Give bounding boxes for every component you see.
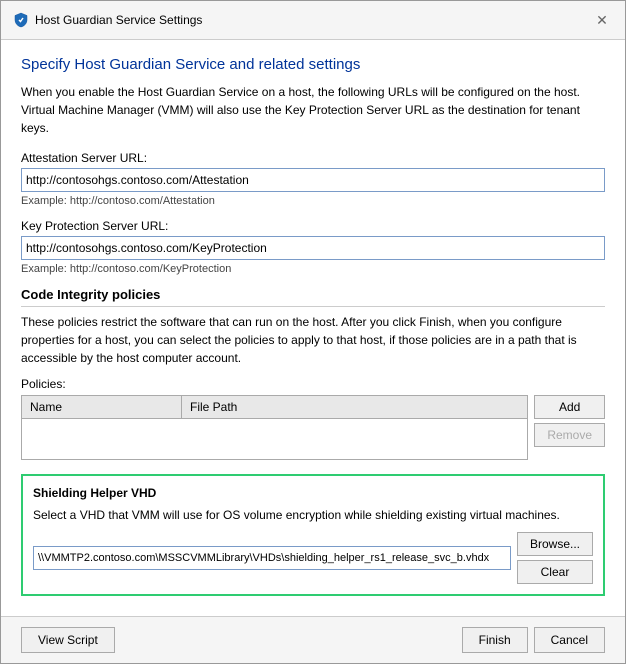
shield-icon <box>13 12 29 28</box>
key-protection-example: Example: http://contoso.com/KeyProtectio… <box>21 263 605 275</box>
description-text: When you enable the Host Guardian Servic… <box>21 83 605 137</box>
attestation-input[interactable] <box>21 168 605 192</box>
title-bar-left: Host Guardian Service Settings <box>13 12 202 28</box>
dialog-window: Host Guardian Service Settings ✕ Specify… <box>0 0 626 664</box>
add-button[interactable]: Add <box>534 395 605 419</box>
table-action-buttons: Add Remove <box>534 395 605 447</box>
title-bar: Host Guardian Service Settings ✕ <box>1 1 625 40</box>
code-integrity-desc: These policies restrict the software tha… <box>21 313 605 367</box>
shielding-desc: Select a VHD that VMM will use for OS vo… <box>33 506 593 524</box>
vhd-path-input[interactable] <box>33 546 511 570</box>
shielding-title: Shielding Helper VHD <box>33 486 593 500</box>
dialog-content: Specify Host Guardian Service and relate… <box>1 40 625 616</box>
table-body <box>22 419 527 459</box>
remove-button[interactable]: Remove <box>534 423 605 447</box>
table-header-filepath: File Path <box>182 396 527 418</box>
key-protection-label: Key Protection Server URL: <box>21 219 605 233</box>
footer: View Script Finish Cancel <box>1 616 625 663</box>
attestation-example: Example: http://contoso.com/Attestation <box>21 195 605 207</box>
cancel-button[interactable]: Cancel <box>534 627 605 653</box>
dialog-title: Host Guardian Service Settings <box>35 13 202 27</box>
shielding-section: Shielding Helper VHD Select a VHD that V… <box>21 474 605 596</box>
policies-table: Name File Path <box>21 395 528 460</box>
page-title: Specify Host Guardian Service and relate… <box>21 56 605 73</box>
code-integrity-title: Code Integrity policies <box>21 287 605 307</box>
browse-button[interactable]: Browse... <box>517 532 593 556</box>
key-protection-input[interactable] <box>21 236 605 260</box>
footer-right-buttons: Finish Cancel <box>462 627 605 653</box>
close-button[interactable]: ✕ <box>591 9 613 31</box>
policies-label: Policies: <box>21 377 605 391</box>
attestation-label: Attestation Server URL: <box>21 151 605 165</box>
table-header-name: Name <box>22 396 182 418</box>
finish-button[interactable]: Finish <box>462 627 528 653</box>
table-main: Name File Path <box>22 396 527 459</box>
clear-button[interactable]: Clear <box>517 560 593 584</box>
shielding-buttons: Browse... Clear <box>517 532 593 584</box>
table-header: Name File Path <box>22 396 527 419</box>
view-script-button[interactable]: View Script <box>21 627 115 653</box>
shielding-input-row: Browse... Clear <box>33 532 593 584</box>
